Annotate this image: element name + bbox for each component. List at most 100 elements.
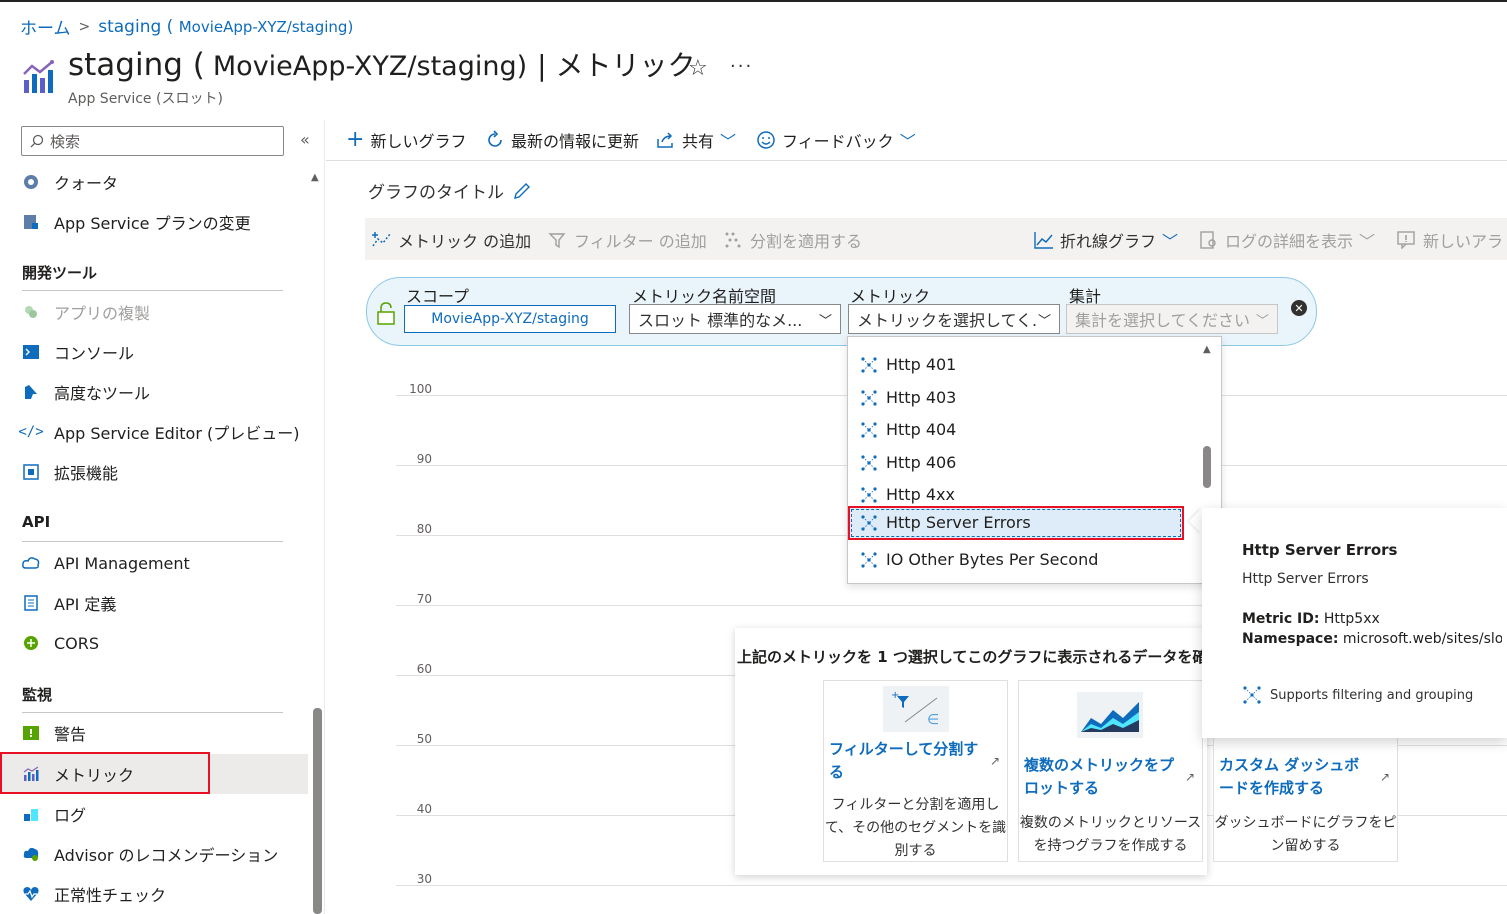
refresh-button[interactable]: 最新の情報に更新 [485,128,639,152]
scroll-up-icon[interactable]: ▲ [1203,344,1211,355]
card-filter-split-desc: フィルターと分割を適用し て、その他のセグメントを識 別する [824,797,1007,859]
sidebar-item-app-service-editor[interactable]: </> App Service Editor (プレビュー) [18,414,299,450]
highlight-box-metrics [0,752,210,794]
metrics-app-icon [23,60,54,93]
sidebar-item-clone-app: アプリの複製 [22,294,150,330]
logs-detail-icon [1200,231,1216,249]
card-plot-multiple-title[interactable]: 複数のメトリックをプ ロットする [1024,754,1184,800]
metric-option[interactable]: Http 406 [860,453,956,472]
close-icon[interactable]: ✕ [1291,300,1307,316]
section-monitoring: 監視 [22,686,53,704]
card-filter-split-title[interactable]: フィルターして分割する [829,738,989,784]
chevron-down-icon: ﹀ [1359,232,1376,251]
star-icon[interactable]: ☆ [688,56,708,81]
metric-icon [861,514,877,531]
collapse-sidebar-icon[interactable]: « [300,130,310,149]
card-custom-dashboard-title[interactable]: カスタム ダッシュボ ードを作成する [1219,754,1379,800]
cors-icon [22,634,40,652]
external-link-icon: ↗ [1380,770,1391,784]
line-chart-icon [1034,232,1053,249]
sidebar-item-alerts[interactable]: 警告 [22,715,86,751]
sidebar-item-console[interactable]: コンソール [22,334,134,370]
card-custom-dashboard-desc: ダッシュボードにグラフをピ ン留めする [1214,815,1397,854]
y-axis-tick-label: 30 [416,872,432,886]
y-axis-tick-label: 70 [416,592,432,606]
advisor-icon [22,845,40,863]
breadcrumb-home[interactable]: ホーム [20,14,71,39]
chevron-down-icon: ﹀ [1162,232,1179,251]
y-axis-tick-label: 80 [416,522,432,536]
multi-metric-illustration [1077,692,1143,738]
sidebar-item-logs[interactable]: ログ [22,796,86,832]
sidebar-item-advanced-tools[interactable]: 高度なツール [22,374,150,410]
filter-icon [548,233,566,249]
share-button[interactable]: 共有 ﹀ [656,128,736,152]
plan-icon [22,213,40,231]
sidebar-scrollbar[interactable] [313,708,322,914]
sidebar-item-quota[interactable]: クォータ [22,164,118,200]
chart-type-dropdown[interactable]: 折れ線グラフ ﹀ [1034,228,1178,252]
y-axis-tick-label: 90 [416,452,432,466]
section-divider [22,290,283,291]
svg-text:+: + [891,690,899,701]
sidebar-item-api-management[interactable]: API Management [22,545,190,581]
section-api: API [22,513,51,531]
chevron-down-icon: ﹀ [899,132,916,151]
sidebar-item-cors[interactable]: CORS [22,625,99,661]
metric-option[interactable]: IO Other Bytes Per Second [860,550,1098,569]
quota-icon [22,173,40,191]
refresh-icon [488,130,502,147]
y-axis-tick-label: 100 [409,382,432,396]
add-metric-button[interactable]: メトリック の追加 [372,228,531,252]
sidebar-item-extensions[interactable]: 拡張機能 [22,454,118,490]
editor-icon: </> [18,424,44,440]
metric-select[interactable]: メトリックを選択してく... ﹀ [848,304,1060,334]
search-input[interactable]: 検索 [21,126,284,156]
split-icon [725,232,741,248]
card-plot-multiple-desc: 複数のメトリックとリソース を持つグラフを作成する [1019,815,1202,854]
page-subtitle: App Service (スロット) [68,91,223,107]
ellipsis-icon[interactable]: ··· [730,56,753,77]
chevron-down-icon: ﹀ [1255,313,1269,329]
metric-option-selected[interactable]: Http Server Errors [860,513,1031,532]
metric-icon [861,454,877,471]
chart-title[interactable]: グラフのタイトル [368,178,532,203]
breadcrumb-staging[interactable]: staging ( MovieApp-XYZ/staging) [98,17,353,37]
metric-option[interactable]: Http 401 [860,355,956,374]
external-link-icon: ↗ [990,754,1001,768]
advanced-tools-icon [22,383,40,401]
tooltip-namespace: Namespace: microsoft.web/sites/slots [1242,631,1502,647]
command-bar-divider [326,160,1507,161]
metric-option[interactable]: Http 404 [860,420,956,439]
new-chart-button[interactable]: + 新しいグラフ [346,128,466,152]
sidebar-item-change-plan[interactable]: App Service プランの変更 [22,204,251,240]
clone-icon [22,303,40,321]
pencil-icon[interactable] [512,181,532,201]
sidebar-item-api-definition[interactable]: API 定義 [22,585,116,621]
search-icon [30,134,44,148]
top-border [0,0,1507,2]
plus-icon: + [346,127,365,152]
scope-picker[interactable]: MovieApp-XYZ/staging [404,305,616,333]
tooltip-supports: Supports filtering and grouping [1242,685,1473,705]
breadcrumb: ホーム > staging ( MovieApp-XYZ/staging) [20,14,353,40]
section-dev-tools: 開発ツール [22,264,98,282]
feedback-button[interactable]: フィードバック ﹀ [756,128,916,152]
y-axis-tick-label: 50 [416,732,432,746]
extensions-icon [22,463,40,481]
add-metric-icon [372,232,391,247]
metric-option[interactable]: Http 403 [860,388,956,407]
y-axis-tick-label: 60 [416,662,432,676]
namespace-select[interactable]: スロット 標準的なメ... ﹀ [629,304,841,334]
section-divider [22,541,283,542]
tooltip-title: Http Server Errors [1242,541,1398,559]
aggregation-select: 集計を選択してください ﹀ [1066,304,1278,334]
smile-icon [757,131,775,149]
scroll-up-icon[interactable]: ▲ [311,172,319,183]
dropdown-scrollbar[interactable] [1203,446,1211,488]
sidebar-item-advisor[interactable]: Advisor のレコメンデーション [22,836,278,872]
metric-option[interactable]: Http 4xx [860,485,955,504]
sidebar-item-health-check[interactable]: 正常性チェック [22,876,166,912]
section-divider [22,712,283,713]
metric-icon [861,551,877,568]
